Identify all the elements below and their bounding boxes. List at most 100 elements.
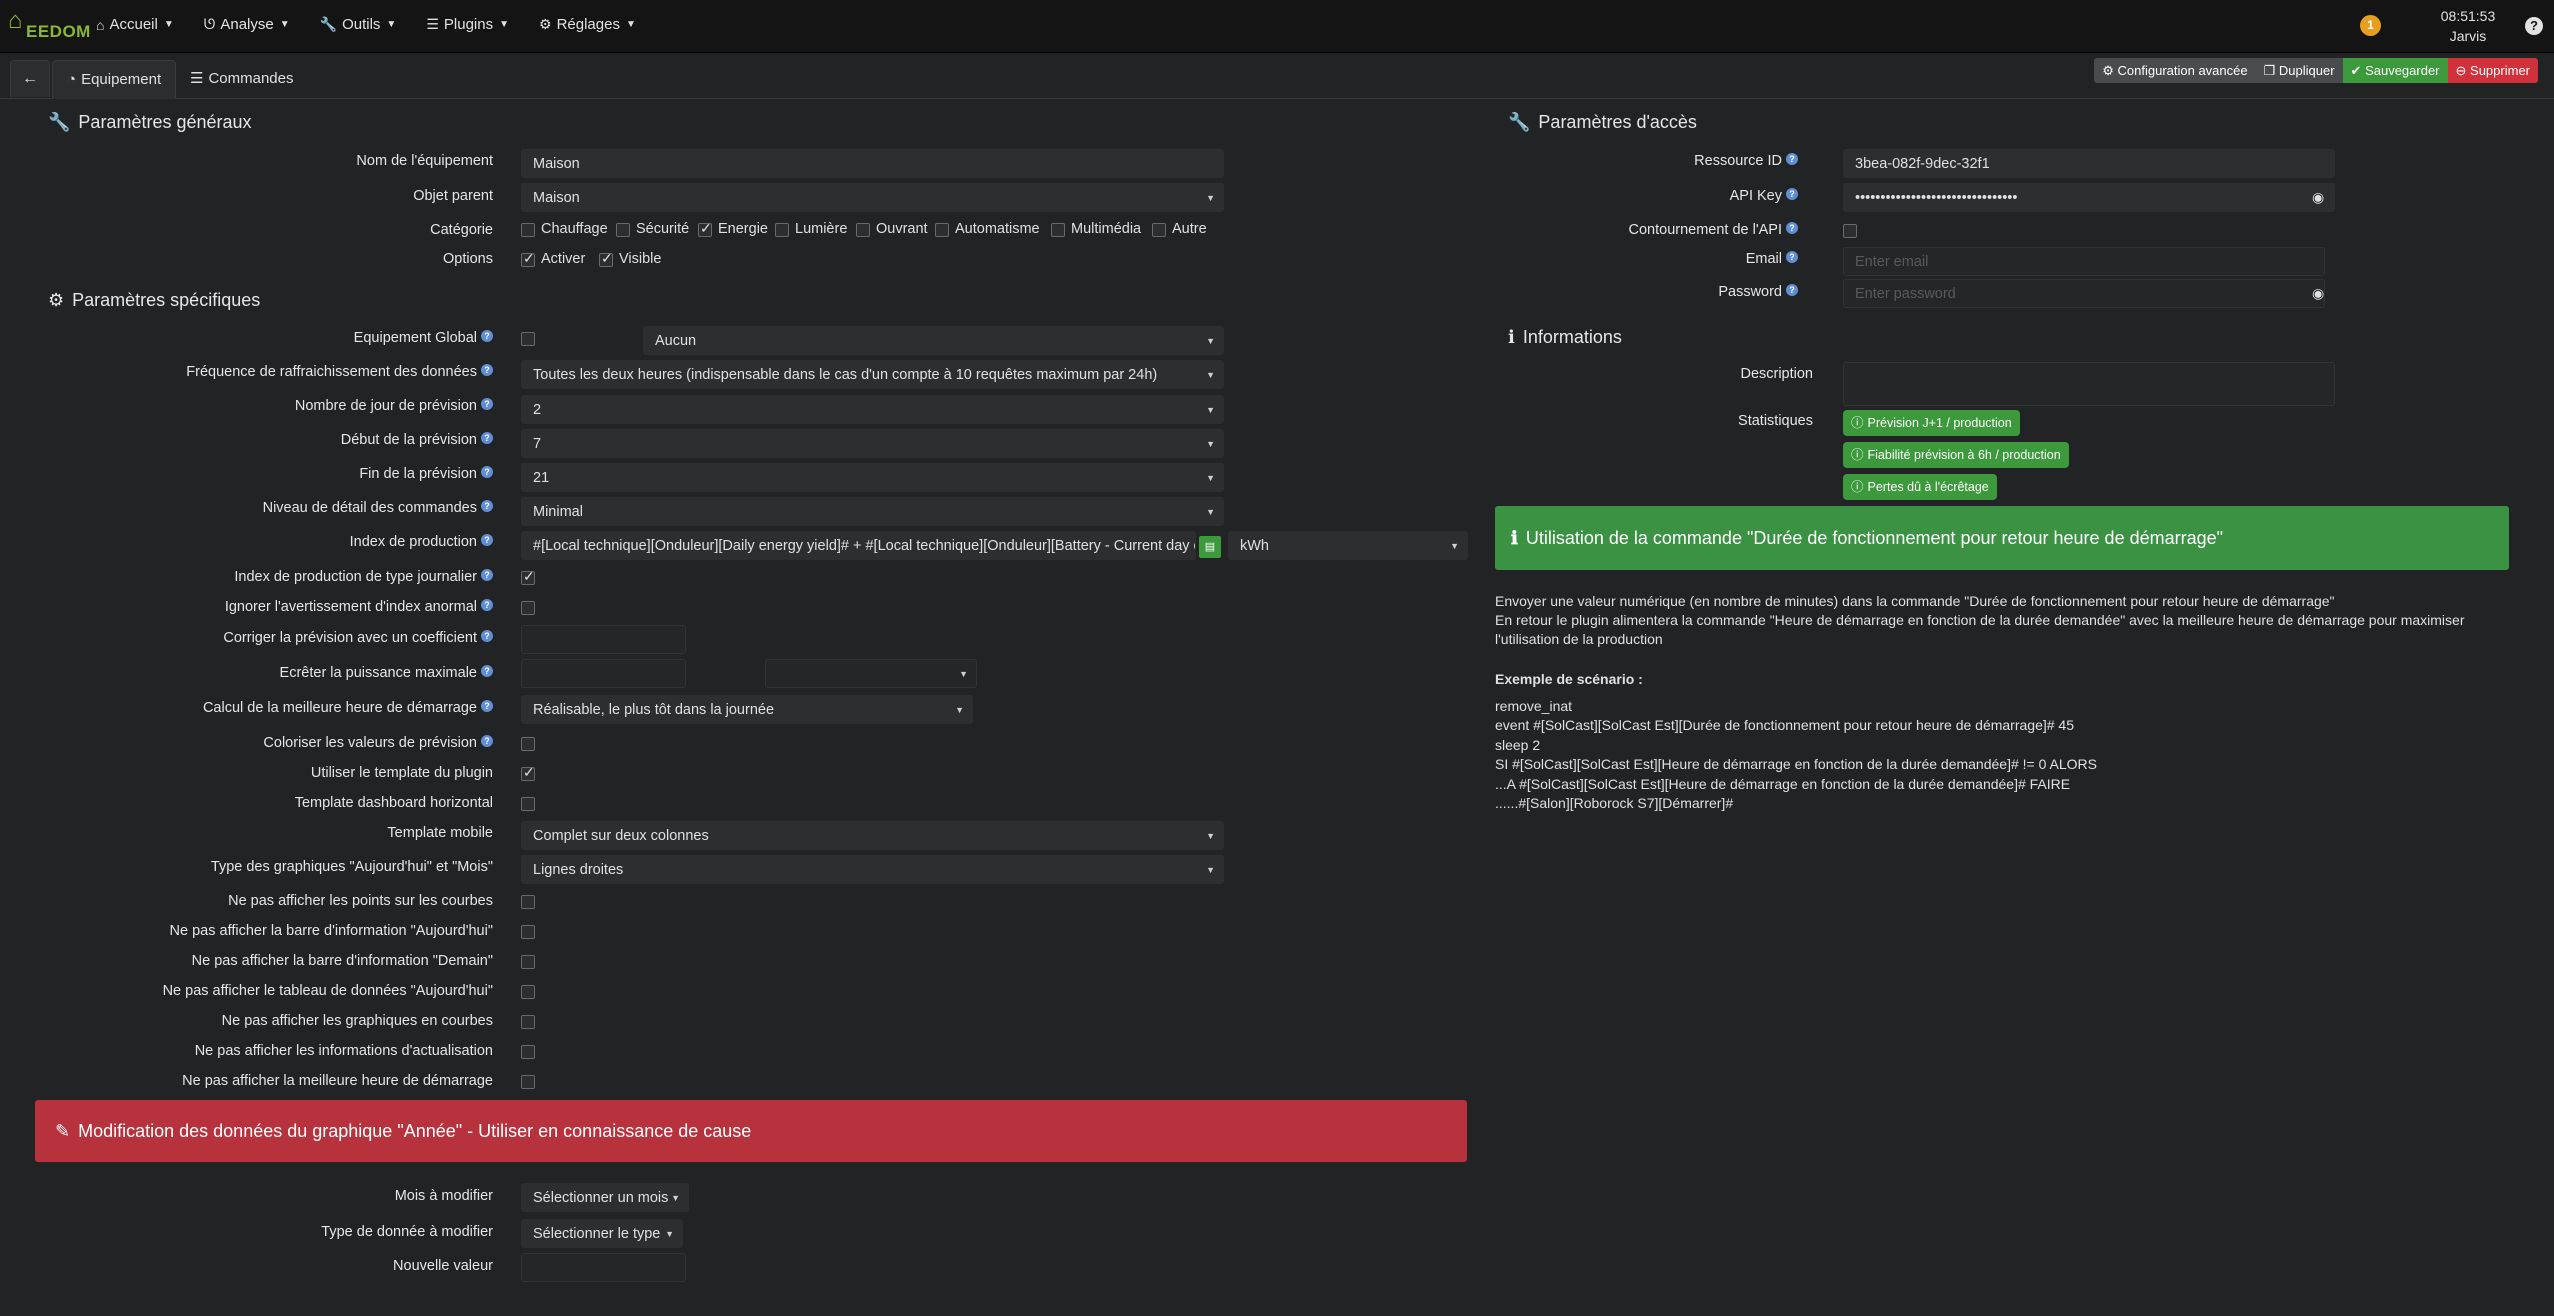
checkbox-hide-today-table[interactable] [521,985,535,999]
detail-select[interactable]: Minimal [521,497,1224,526]
code-line: SI #[SolCast][SolCast Est][Heure de déma… [1495,756,2097,772]
help-icon[interactable]: ? [1786,284,1798,296]
help-icon[interactable]: ? [2525,17,2543,35]
checkbox-visible[interactable] [599,250,613,267]
help-icon[interactable]: ? [481,364,493,376]
month-select[interactable]: Sélectionner un mois [521,1183,689,1212]
graph-select[interactable]: Lignes droites [521,855,1224,884]
clip-unit-select[interactable] [765,659,977,688]
save-button[interactable]: ✔ Sauvegarder [2342,58,2448,83]
help-icon[interactable]: ? [1786,222,1798,234]
access-section-title: 🔧 Paramètres d'accès [1508,112,1697,133]
clip-input[interactable] [521,659,686,688]
checkbox-hide-update[interactable] [521,1045,535,1059]
help-icon[interactable]: ? [481,569,493,581]
advanced-config-button[interactable]: ⚙ Configuration avancée [2094,58,2256,83]
api-key-input[interactable]: •••••••••••••••••••••••••••••••• [1843,183,2335,212]
checkbox-energie[interactable] [698,220,712,237]
stats-forecast-button[interactable]: ⓘ Prévision J+1 / production [1843,410,2020,436]
freq-select[interactable]: Toutes les deux heures (indispensable da… [521,360,1224,389]
checkbox-lumiere[interactable] [775,223,789,237]
label-text: Template mobile [387,825,493,841]
index-unit-select[interactable]: kWh [1228,531,1468,560]
checkbox-hide-today-bar[interactable] [521,925,535,939]
menu-analyse[interactable]: ᘎ Analyse ▼ [204,16,290,33]
checkbox-template[interactable] [521,764,535,781]
label-text: Statistiques [1738,413,1813,429]
new-value-input[interactable] [521,1253,686,1282]
checkbox-color[interactable] [521,737,535,751]
menu-label: Accueil [109,16,158,33]
checkbox-hide-tomorrow-bar[interactable] [521,955,535,969]
duplicate-button[interactable]: ❐ Dupliquer [2255,58,2343,83]
parent-select[interactable]: Maison [521,183,1224,212]
checkbox-securite[interactable] [616,223,630,237]
eye-icon[interactable]: ◉ [2312,189,2324,206]
help-icon[interactable]: ? [1786,251,1798,263]
informations-section-title: ℹ Informations [1508,327,1622,348]
best-select[interactable]: Réalisable, le plus tôt dans la journée [521,695,973,724]
days-select[interactable]: 2 [521,395,1224,424]
help-icon[interactable]: ? [481,330,493,342]
menu-accueil[interactable]: ⌂ Accueil ▼ [96,16,174,33]
list-alt-icon[interactable]: ▤ [1199,536,1221,558]
global-select[interactable]: Aucun [643,326,1224,355]
help-icon[interactable]: ? [481,500,493,512]
user-name[interactable]: Jarvis [2438,26,2498,46]
checkbox-hide-best-hour[interactable] [521,1075,535,1089]
checkbox-automatisme[interactable] [935,223,949,237]
hide-tomorrow-bar-label: Ne pas afficher la barre d'information "… [33,953,493,969]
checkbox-hide-graphs[interactable] [521,1015,535,1029]
help-icon[interactable]: ? [1786,188,1798,200]
help-icon[interactable]: ? [481,630,493,642]
label-text: API Key [1729,188,1782,204]
menu-outils[interactable]: 🔧 Outils ▼ [320,16,397,33]
description-textarea[interactable] [1843,362,2335,406]
checkbox-multimedia[interactable] [1051,223,1065,237]
help-icon[interactable]: ? [481,665,493,677]
name-input[interactable]: Maison [521,149,1224,178]
help-icon[interactable]: ? [1786,153,1798,165]
coef-input[interactable] [521,625,686,654]
checkbox-activer[interactable] [521,250,535,267]
type-select[interactable]: Sélectionner le type [521,1219,683,1248]
checkbox-autre[interactable] [1152,223,1166,237]
delete-button[interactable]: ⊖ Supprimer [2447,58,2538,83]
start-select[interactable]: 7 [521,429,1224,458]
mobile-select[interactable]: Complet sur deux colonnes [521,821,1224,850]
end-select[interactable]: 21 [521,463,1224,492]
checkbox-ouvrant[interactable] [856,223,870,237]
help-icon[interactable]: ? [481,700,493,712]
jeedom-logo[interactable]: ⌂ EEDOM [6,8,90,44]
menu-label: Analyse [220,16,274,33]
help-icon[interactable]: ? [481,398,493,410]
tab-commandes[interactable]: ☰ Commandes [176,60,308,97]
checkbox-horiz[interactable] [521,797,535,811]
index-input[interactable]: #[Local technique][Onduleur][Daily energ… [521,531,1196,560]
eye-icon[interactable]: ◉ [2312,285,2324,302]
checkbox-daily[interactable] [521,568,535,585]
email-input[interactable]: Enter email [1843,247,2325,276]
checkbox-bypass[interactable] [1843,224,1857,238]
notification-badge[interactable]: 1 [2360,15,2381,36]
checkbox-hide-points[interactable] [521,895,535,909]
tab-equipement[interactable]: ◔ Equipement [52,60,177,99]
checkbox-global[interactable] [521,332,535,346]
stats-reliability-button[interactable]: ⓘ Fiabilité prévision à 6h / production [1843,442,2069,468]
menu-reglages[interactable]: ⚙ Réglages ▼ [539,16,636,33]
back-button[interactable]: ← [10,60,50,97]
checkbox-chauffage[interactable] [521,223,535,237]
help-icon[interactable]: ? [481,466,493,478]
caret-down-icon: ▼ [625,19,636,30]
resource-input[interactable]: 3bea-082f-9dec-32f1 [1843,149,2335,178]
stats-losses-button[interactable]: ⓘ Pertes dû à l'écrêtage [1843,474,1997,500]
help-icon[interactable]: ? [481,534,493,546]
checkbox-ignore[interactable] [521,601,535,615]
password-input[interactable]: Enter password [1843,279,2325,308]
help-icon[interactable]: ? [481,432,493,444]
category-securite-label: Sécurité [636,221,690,237]
help-icon[interactable]: ? [481,599,493,611]
menu-plugins[interactable]: ☰ Plugins ▼ [426,16,509,33]
bypass-label: Contournement de l'API? [1338,222,1798,238]
help-icon[interactable]: ? [481,735,493,747]
